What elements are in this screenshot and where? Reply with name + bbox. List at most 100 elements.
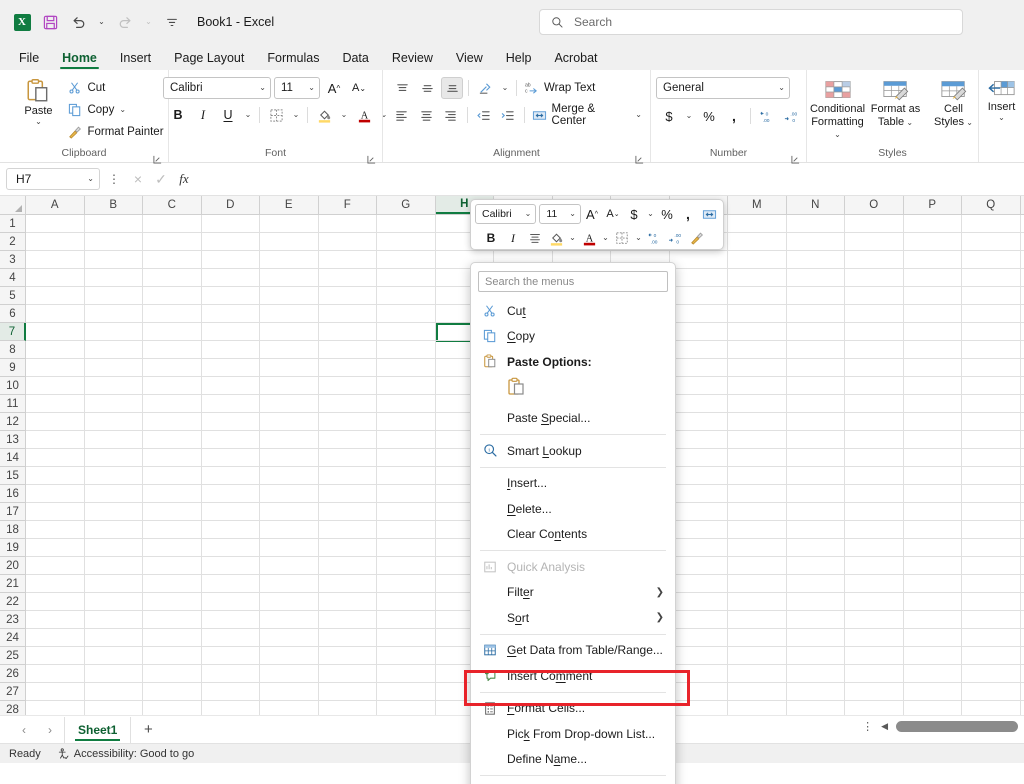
column-header-b[interactable]: B [85,196,143,214]
mini-font-size-combo[interactable]: 11 ⌄ [539,204,581,224]
scroll-left-arrow-icon[interactable]: ◀ [881,721,888,732]
row-header-8[interactable]: 8 [0,341,26,359]
font-dialog-launcher[interactable] [367,151,376,164]
mini-currency-button[interactable]: $ [624,204,644,225]
underline-button[interactable]: U [217,104,239,126]
mini-borders-button[interactable] [612,228,632,249]
orientation-dropdown-icon[interactable]: ⌄ [499,77,511,99]
increase-indent-button[interactable] [497,104,519,126]
mini-comma-button[interactable]: , [678,204,698,225]
shrink-font-button[interactable]: A ⌄ [348,77,370,99]
borders-button[interactable] [265,104,287,126]
context-menu-item-smart-lookup[interactable]: i Smart Lookup [471,438,675,464]
tab-view[interactable]: View [445,49,494,70]
tab-page-layout[interactable]: Page Layout [163,49,255,70]
tab-formulas[interactable]: Formulas [256,49,330,70]
row-header-25[interactable]: 25 [0,647,26,665]
column-header-d[interactable]: D [202,196,260,214]
mini-font-color-button[interactable]: A [579,228,599,249]
tab-home[interactable]: Home [51,49,108,70]
row-header-27[interactable]: 27 [0,683,26,701]
context-menu-item-pick-from-dropdown-list[interactable]: Pick From Drop-down List... [471,721,675,747]
row-header-9[interactable]: 9 [0,359,26,377]
next-sheet-button[interactable]: › [38,719,62,741]
context-menu-item-sort[interactable]: Sort ❯ [471,605,675,631]
row-header-26[interactable]: 26 [0,665,26,683]
align-bottom-button[interactable] [441,77,463,99]
mini-font-name-combo[interactable]: Calibri ⌄ [475,204,537,224]
column-header-g[interactable]: G [377,196,436,214]
orientation-button[interactable] [474,77,496,99]
copy-button[interactable]: Copy ⌄ [66,99,165,121]
cut-button[interactable]: Cut [66,77,165,99]
row-header-6[interactable]: 6 [0,305,26,323]
context-menu-item-copy[interactable]: Copy [471,324,675,350]
row-header-28[interactable]: 28 [0,701,26,715]
align-center-button[interactable] [416,104,438,126]
horizontal-scrollbar[interactable] [896,721,1018,732]
tab-help[interactable]: Help [495,49,543,70]
context-menu-item-delete[interactable]: Delete... [471,496,675,522]
insert-cells-button[interactable]: Insert ⌄ [979,74,1024,121]
row-header-17[interactable]: 17 [0,503,26,521]
context-menu-item-filter[interactable]: Filter ❯ [471,580,675,606]
row-header-2[interactable]: 2 [0,233,26,251]
mini-increase-decimal-button[interactable]: 0.00 [645,228,665,249]
tab-file[interactable]: File [8,49,50,70]
number-dialog-launcher[interactable] [791,151,800,164]
row-header-22[interactable]: 22 [0,593,26,611]
select-all-corner[interactable] [0,196,26,214]
italic-button[interactable]: I [192,104,214,126]
sheet-tab-sheet1[interactable]: Sheet1 [64,716,132,743]
context-menu-item-link[interactable]: Link [471,779,675,784]
column-header-e[interactable]: E [260,196,319,214]
clipboard-dialog-launcher[interactable] [153,151,162,164]
mini-format-painter-button[interactable] [687,228,707,249]
font-name-combo[interactable]: Calibri ⌄ [163,77,271,99]
menu-search-input[interactable]: Search the menus [478,271,668,292]
row-header-21[interactable]: 21 [0,575,26,593]
row-header-4[interactable]: 4 [0,269,26,287]
tab-data[interactable]: Data [331,49,379,70]
column-header-f[interactable]: F [319,196,377,214]
mini-font-color-dropdown-icon[interactable]: ⌄ [600,228,611,249]
row-header-5[interactable]: 5 [0,287,26,305]
font-color-button[interactable]: A [353,104,375,126]
context-menu-item-insert[interactable]: Insert... [471,471,675,497]
grow-font-button[interactable]: A ^ [323,77,345,99]
tab-acrobat[interactable]: Acrobat [543,49,608,70]
mini-bold-button[interactable]: B [481,228,501,249]
column-header-q[interactable]: Q [962,196,1021,214]
row-header-13[interactable]: 13 [0,431,26,449]
conditional-formatting-button[interactable]: Conditional Formatting ⌄ [810,74,866,141]
column-header-c[interactable]: C [143,196,202,214]
underline-dropdown-icon[interactable]: ⌄ [242,104,254,126]
context-menu-item-clear-contents[interactable]: Clear Contents [471,522,675,548]
comma-button[interactable]: , [723,105,745,127]
formula-input[interactable] [199,168,1018,190]
context-menu-item-format-cells[interactable]: Format Cells... [471,696,675,722]
row-header-24[interactable]: 24 [0,629,26,647]
undo-icon[interactable] [65,9,91,35]
mini-borders-dropdown-icon[interactable]: ⌄ [633,228,644,249]
paste-dropdown-icon[interactable]: ⌄ [35,117,42,125]
row-header-23[interactable]: 23 [0,611,26,629]
decrease-decimal-button[interactable]: .00 0 [781,105,803,127]
increase-decimal-button[interactable]: 0.00 [756,105,778,127]
column-header-p[interactable]: P [904,196,962,214]
alignment-dialog-launcher[interactable] [635,151,644,164]
paste-option-keep-source-formatting[interactable] [507,377,525,402]
mini-merge-center-button[interactable] [699,204,719,225]
mini-shrink-font-button[interactable]: A ⌄ [603,204,623,225]
search-box[interactable]: Search [539,9,963,35]
cell-styles-button[interactable]: Cell Styles ⌄ [926,74,982,128]
format-painter-button[interactable]: Format Painter [66,121,165,143]
merge-center-dropdown-icon[interactable]: ⌄ [635,111,642,119]
mini-center-button[interactable] [525,228,545,249]
percent-button[interactable]: % [698,105,720,127]
decrease-indent-button[interactable] [473,104,495,126]
column-header-o[interactable]: O [845,196,904,214]
save-icon[interactable] [37,9,63,35]
align-right-button[interactable] [440,104,462,126]
bold-button[interactable]: B [167,104,189,126]
